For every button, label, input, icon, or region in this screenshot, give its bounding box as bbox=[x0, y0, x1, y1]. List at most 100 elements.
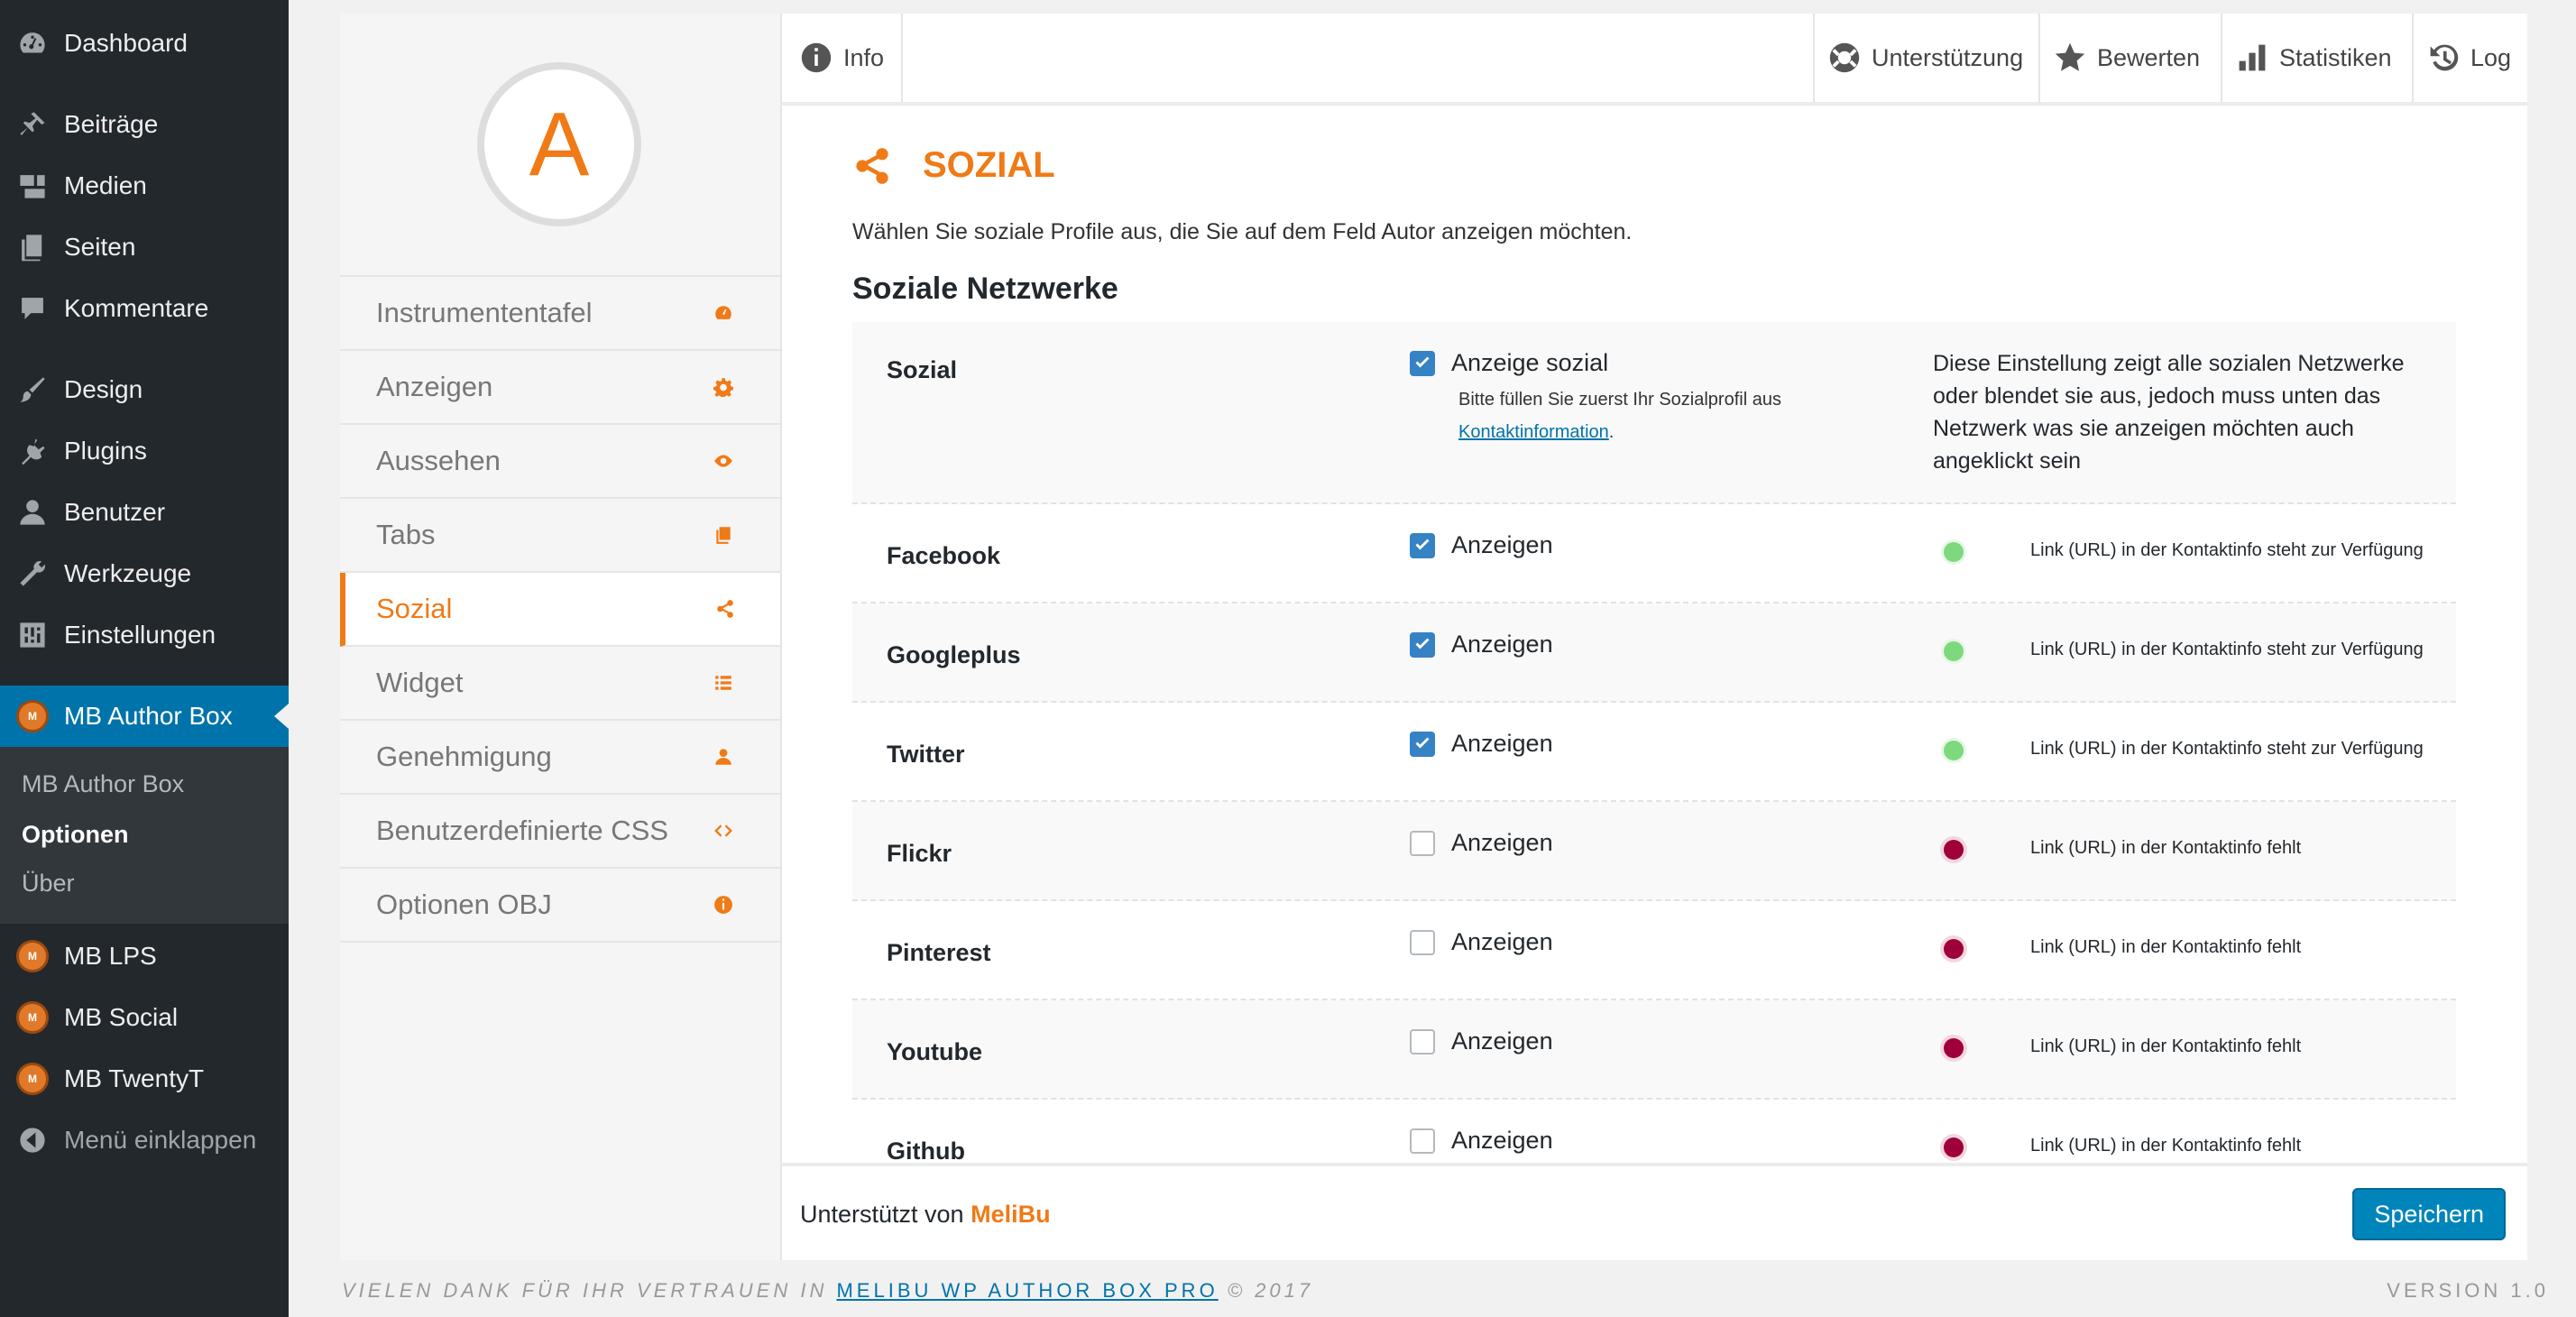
menu-item-design[interactable]: Design bbox=[0, 359, 289, 420]
rate-tab[interactable]: Bewerten bbox=[2054, 14, 2200, 102]
status-indicator bbox=[1944, 840, 1964, 860]
menu-item-mb-author-box[interactable]: M MB Author Box bbox=[0, 686, 289, 747]
nav-label: Anzeigen bbox=[376, 371, 493, 402]
row-label: Youtube bbox=[887, 1038, 982, 1065]
checkmark-icon bbox=[1415, 539, 1430, 549]
row-description: Diese Einstellung zeigt alle sozialen Ne… bbox=[1933, 351, 2405, 474]
pinterest-checkbox[interactable]: Anzeigen bbox=[1410, 928, 1553, 956]
row-label: Googleplus bbox=[887, 641, 1021, 668]
plugin-nav: Instrumententafel Anzeigen Aussehen Tabs… bbox=[340, 275, 782, 943]
nav-label: Aussehen bbox=[376, 445, 501, 476]
brand-name: MeliBu bbox=[971, 1201, 1051, 1228]
settings-row-flickr: Flickr Anzeigen Link (URL) in der Kontak… bbox=[852, 802, 2456, 901]
info-icon bbox=[801, 42, 832, 73]
plugin-topbar: Info Unterstützung Bewerten Statistiken … bbox=[780, 14, 2527, 106]
nav-item-optionen-obj[interactable]: Optionen OBJ bbox=[340, 869, 780, 943]
nav-label: Optionen OBJ bbox=[376, 889, 552, 920]
menu-item-tools[interactable]: Werkzeuge bbox=[0, 543, 289, 604]
menu-item-comments[interactable]: Kommentare bbox=[0, 278, 289, 339]
row-label: Flickr bbox=[887, 840, 952, 867]
nav-item-anzeigen[interactable]: Anzeigen bbox=[340, 351, 780, 425]
menu-item-dashboard[interactable]: Dashboard bbox=[0, 13, 289, 74]
checkbox-label: Anzeigen bbox=[1451, 730, 1553, 757]
menu-label: MB Author Box bbox=[64, 702, 233, 730]
status-text: Link (URL) in der Kontaktinfo fehlt bbox=[2030, 838, 2302, 858]
nav-item-aussehen[interactable]: Aussehen bbox=[340, 425, 780, 499]
section-header: SOZIAL bbox=[852, 145, 1055, 186]
plugin-container: A Instrumententafel Anzeigen Aussehen Ta… bbox=[340, 14, 2527, 1260]
menu-item-settings[interactable]: Einstellungen bbox=[0, 604, 289, 666]
row-label: Facebook bbox=[887, 542, 1001, 569]
collapse-menu-button[interactable]: Menü einklappen bbox=[0, 1110, 289, 1171]
menu-label: Design bbox=[64, 375, 143, 403]
menu-label: MB Social bbox=[64, 1003, 179, 1031]
network-settings: Sozial Anzeige sozial Bitte füllen Sie z… bbox=[852, 322, 2456, 1177]
checkbox[interactable] bbox=[1410, 350, 1435, 376]
settings-row-googleplus: Googleplus Anzeigen Link (URL) in der Ko… bbox=[852, 603, 2456, 703]
checkbox[interactable] bbox=[1410, 532, 1435, 558]
status-indicator bbox=[1944, 641, 1964, 661]
nav-label: Instrumententafel bbox=[376, 297, 593, 328]
status-text: Link (URL) in der Kontaktinfo fehlt bbox=[2030, 1136, 2302, 1156]
settings-row-sozial: Sozial Anzeige sozial Bitte füllen Sie z… bbox=[852, 322, 2456, 504]
submenu-item-author-box[interactable]: MB Author Box bbox=[22, 770, 184, 798]
checkbox[interactable] bbox=[1410, 929, 1435, 955]
checkbox-label: Anzeigen bbox=[1451, 631, 1553, 658]
checkbox[interactable] bbox=[1410, 1028, 1435, 1055]
flickr-checkbox[interactable]: Anzeigen bbox=[1410, 829, 1553, 857]
nav-item-benutzerdefinierte-css[interactable]: Benutzerdefinierte CSS bbox=[340, 795, 780, 869]
googleplus-checkbox[interactable]: Anzeigen bbox=[1410, 631, 1553, 658]
info-tab[interactable]: Info bbox=[800, 14, 884, 102]
dashboard-icon bbox=[713, 303, 733, 323]
menu-item-mb-lps[interactable]: M MB LPS bbox=[0, 926, 289, 987]
nav-item-tabs[interactable]: Tabs bbox=[340, 499, 780, 573]
powered-by: Unterstützt von MeliBu bbox=[800, 1201, 1051, 1228]
checkbox[interactable] bbox=[1410, 731, 1435, 757]
menu-label: Menü einklappen bbox=[64, 1126, 257, 1154]
menu-item-mb-twentyt[interactable]: M MB TwentyT bbox=[0, 1048, 289, 1110]
status-indicator bbox=[1944, 1137, 1964, 1157]
nav-item-genehmigung[interactable]: Genehmigung bbox=[340, 721, 780, 795]
menu-label: MB LPS bbox=[64, 942, 157, 970]
checkmark-icon bbox=[1415, 737, 1430, 748]
settings-icon bbox=[16, 619, 49, 651]
status-indicator bbox=[1944, 939, 1964, 959]
save-button[interactable]: Speichern bbox=[2352, 1188, 2506, 1240]
settings-row-twitter: Twitter Anzeigen Link (URL) in der Konta… bbox=[852, 703, 2456, 802]
menu-label: Beiträge bbox=[64, 110, 159, 138]
divider bbox=[1813, 14, 1815, 102]
status-text: Link (URL) in der Kontaktinfo fehlt bbox=[2030, 1036, 2302, 1056]
support-tab-label: Unterstützung bbox=[1872, 43, 2024, 71]
nav-item-sozial[interactable]: Sozial bbox=[340, 573, 782, 647]
contact-info-link[interactable]: Kontaktinformation bbox=[1458, 422, 1609, 442]
menu-item-posts[interactable]: Beiträge bbox=[0, 94, 289, 155]
nav-item-instrumententafel[interactable]: Instrumententafel bbox=[340, 277, 780, 351]
user-icon bbox=[713, 747, 733, 767]
menu-item-media[interactable]: Medien bbox=[0, 155, 289, 216]
nav-item-widget[interactable]: Widget bbox=[340, 647, 780, 721]
checkbox[interactable] bbox=[1410, 830, 1435, 856]
submenu-item-ueber[interactable]: Über bbox=[22, 870, 75, 898]
menu-item-users[interactable]: Benutzer bbox=[0, 482, 289, 543]
submenu-item-optionen[interactable]: Optionen bbox=[22, 821, 128, 849]
divider bbox=[2038, 14, 2040, 102]
checkbox[interactable] bbox=[1410, 1128, 1435, 1154]
youtube-checkbox[interactable]: Anzeigen bbox=[1410, 1027, 1553, 1055]
stats-tab[interactable]: Statistiken bbox=[2236, 14, 2392, 102]
menu-item-mb-social[interactable]: M MB Social bbox=[0, 987, 289, 1048]
log-tab[interactable]: Log bbox=[2427, 14, 2511, 102]
stats-tab-label: Statistiken bbox=[2279, 43, 2392, 71]
twitter-checkbox[interactable]: Anzeigen bbox=[1410, 730, 1553, 758]
menu-item-pages[interactable]: Seiten bbox=[0, 216, 289, 278]
checkbox-label: Anzeigen bbox=[1451, 1027, 1553, 1055]
menu-item-plugins[interactable]: Plugins bbox=[0, 420, 289, 482]
bar-chart-icon bbox=[2239, 44, 2266, 71]
product-link[interactable]: MELIBU WP AUTHOR BOX PRO bbox=[836, 1279, 1218, 1302]
checkbox[interactable] bbox=[1410, 631, 1435, 658]
show-social-checkbox[interactable]: Anzeige sozial bbox=[1410, 349, 1608, 377]
status-text: Link (URL) in der Kontaktinfo steht zur … bbox=[2030, 640, 2424, 659]
support-tab[interactable]: Unterstützung bbox=[1828, 14, 2023, 102]
menu-label: Medien bbox=[64, 171, 147, 199]
github-checkbox[interactable]: Anzeigen bbox=[1410, 1127, 1553, 1155]
facebook-checkbox[interactable]: Anzeigen bbox=[1410, 531, 1553, 559]
